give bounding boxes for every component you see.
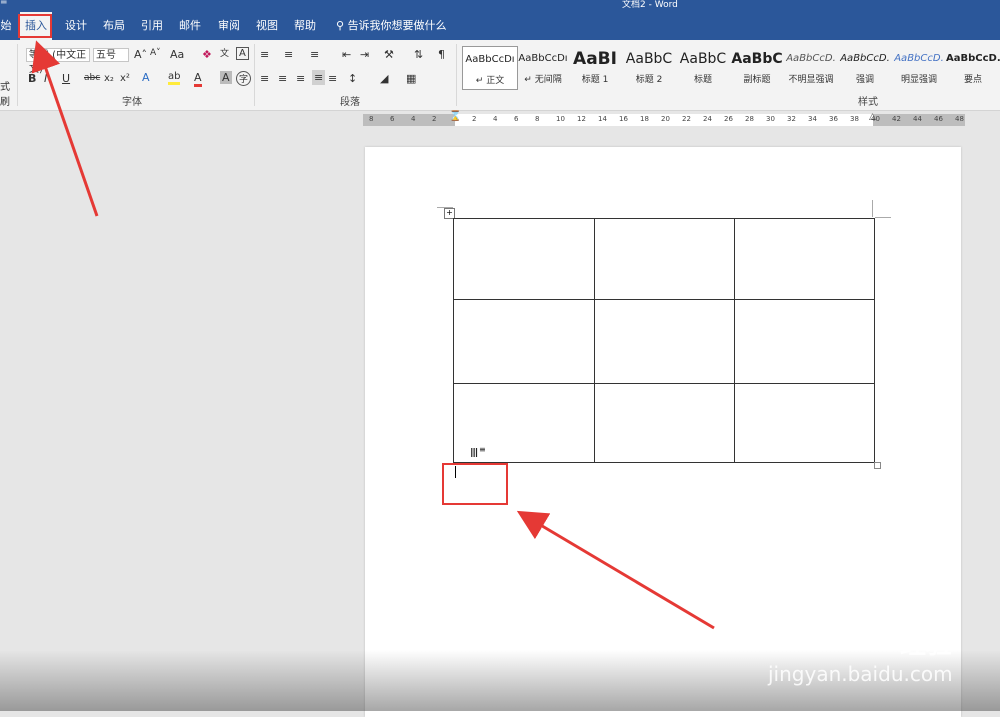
watermark-cn: 经验 xyxy=(900,630,953,660)
watermark-url: jingyan.baidu.com xyxy=(768,662,953,686)
paw-icon: ✿ xyxy=(836,600,853,624)
watermark-logo: Bai xyxy=(768,612,840,658)
arrow-to-caret xyxy=(516,510,715,630)
watermark-du: du xyxy=(860,622,900,655)
arrow-to-insert-tab xyxy=(31,40,99,217)
